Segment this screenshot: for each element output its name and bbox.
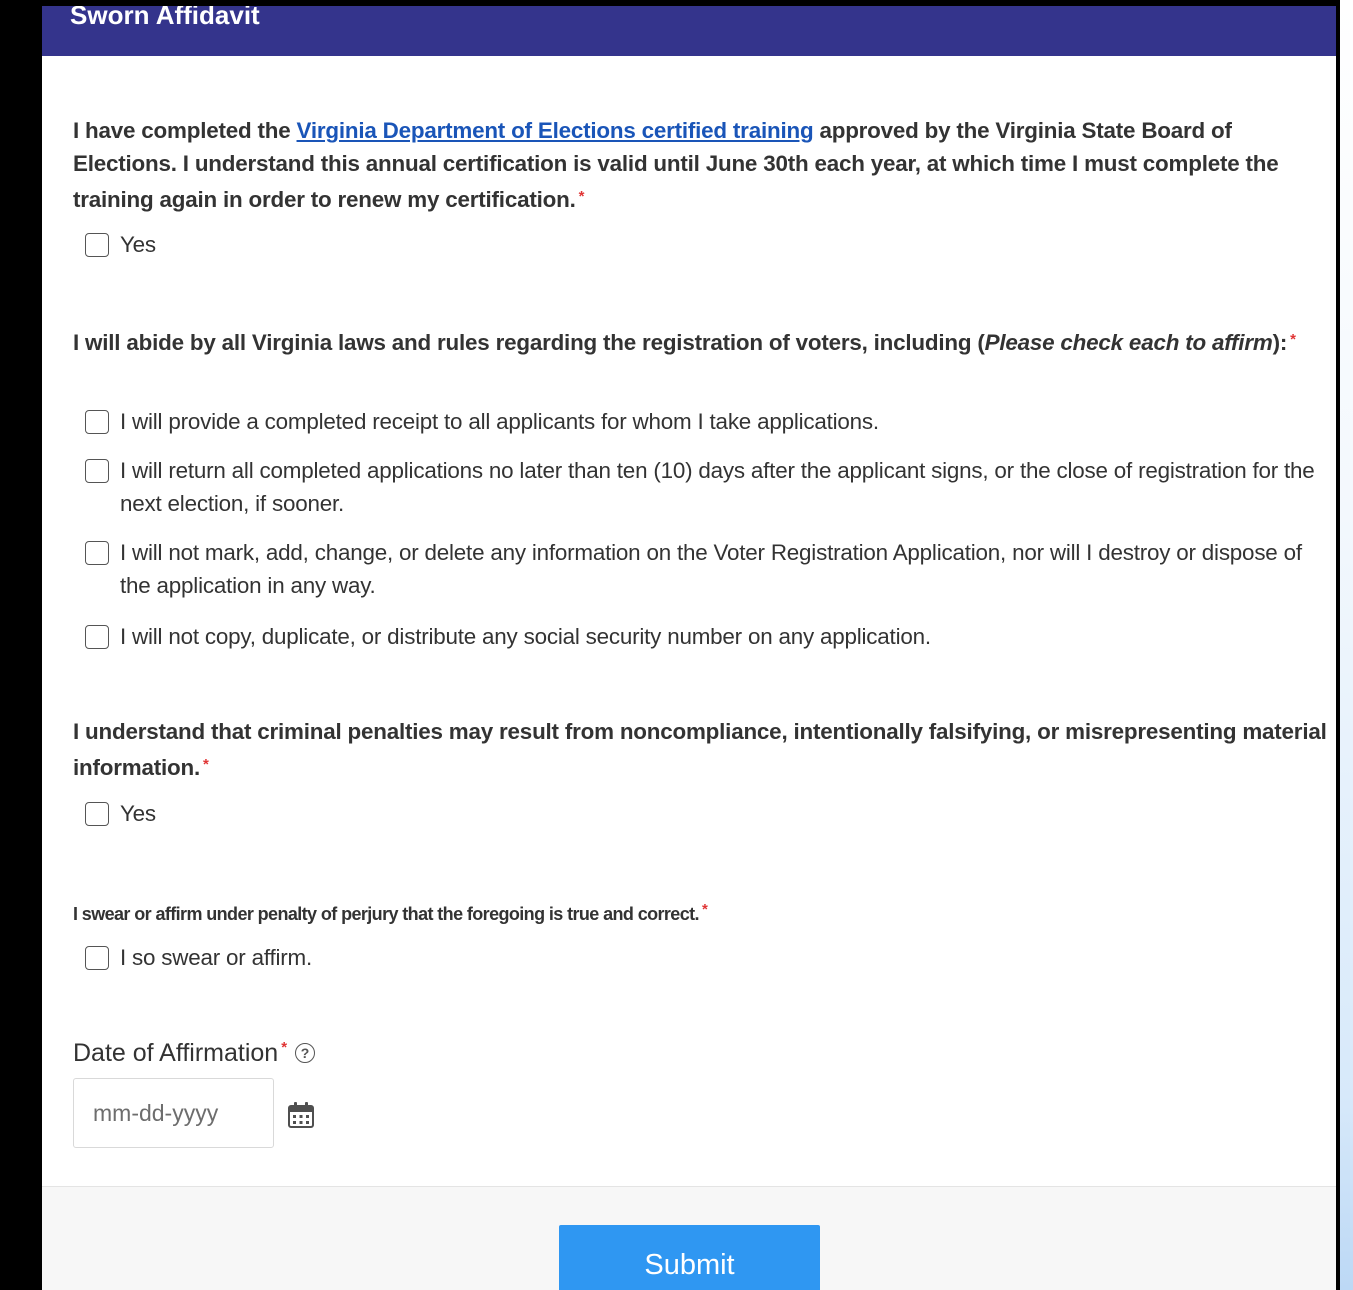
- panel-header: Sworn Affidavit: [42, 6, 1336, 56]
- date-of-affirmation-label: Date of Affirmation * ?: [73, 1037, 316, 1069]
- laws-no-alter-label: I will not mark, add, change, or delete …: [120, 540, 1302, 598]
- perjury-affirm-checkbox[interactable]: [85, 946, 109, 970]
- penalties-yes-checkbox[interactable]: [85, 802, 109, 826]
- perjury-affirm-label: I so swear or affirm.: [120, 945, 312, 970]
- training-question: I have completed the Virginia Department…: [73, 114, 1335, 216]
- calendar-icon[interactable]: [287, 1101, 315, 1129]
- required-marker: *: [281, 1039, 288, 1056]
- penalties-question: I understand that criminal penalties may…: [73, 715, 1335, 784]
- affidavit-panel: Sworn Affidavit I have completed the Vir…: [42, 6, 1336, 1290]
- perjury-question: I swear or affirm under penalty of perju…: [73, 897, 708, 927]
- laws-no-alter-checkbox[interactable]: [85, 541, 109, 565]
- required-marker: *: [1290, 331, 1296, 348]
- laws-option-no-copy[interactable]: I will not copy, duplicate, or distribut…: [85, 620, 1320, 653]
- perjury-question-text: I swear or affirm under penalty of perju…: [73, 904, 700, 924]
- penalties-yes-label: Yes: [120, 801, 156, 826]
- laws-no-copy-checkbox[interactable]: [85, 625, 109, 649]
- laws-question-italic: Please check each to affirm: [984, 330, 1273, 355]
- laws-option-return[interactable]: I will return all completed applications…: [85, 454, 1320, 520]
- laws-question-text-after: ):: [1272, 330, 1288, 355]
- date-of-affirmation-input[interactable]: [73, 1078, 274, 1148]
- laws-question-text-before: I will abide by all Virginia laws and ru…: [73, 330, 985, 355]
- training-yes-checkbox[interactable]: [85, 233, 109, 257]
- date-label-text: Date of Affirmation: [73, 1039, 279, 1067]
- required-marker: *: [578, 188, 585, 205]
- penalties-yes-option[interactable]: Yes: [85, 797, 1320, 830]
- question-circle-icon[interactable]: ?: [295, 1043, 316, 1063]
- submit-button[interactable]: Submit: [559, 1225, 820, 1290]
- training-yes-option[interactable]: Yes: [85, 228, 1320, 261]
- laws-option-receipt[interactable]: I will provide a completed receipt to al…: [85, 405, 1320, 438]
- laws-return-label: I will return all completed applications…: [120, 458, 1315, 516]
- laws-receipt-label: I will provide a completed receipt to al…: [120, 409, 879, 434]
- laws-return-checkbox[interactable]: [85, 459, 109, 483]
- required-marker: *: [202, 756, 209, 773]
- training-link[interactable]: Virginia Department of Elections certifi…: [297, 118, 814, 143]
- perjury-affirm-option[interactable]: I so swear or affirm.: [85, 941, 1320, 974]
- panel-title: Sworn Affidavit: [70, 6, 260, 30]
- training-question-text-before: I have completed the: [73, 118, 297, 143]
- laws-question: I will abide by all Virginia laws and ru…: [73, 323, 1335, 359]
- required-marker: *: [701, 901, 708, 918]
- laws-no-copy-label: I will not copy, duplicate, or distribut…: [120, 624, 931, 649]
- penalties-question-text: I understand that criminal penalties may…: [73, 719, 1327, 780]
- page-background: [1340, 0, 1353, 1290]
- laws-option-no-alter[interactable]: I will not mark, add, change, or delete …: [85, 536, 1320, 602]
- laws-receipt-checkbox[interactable]: [85, 410, 109, 434]
- training-yes-label: Yes: [120, 232, 156, 257]
